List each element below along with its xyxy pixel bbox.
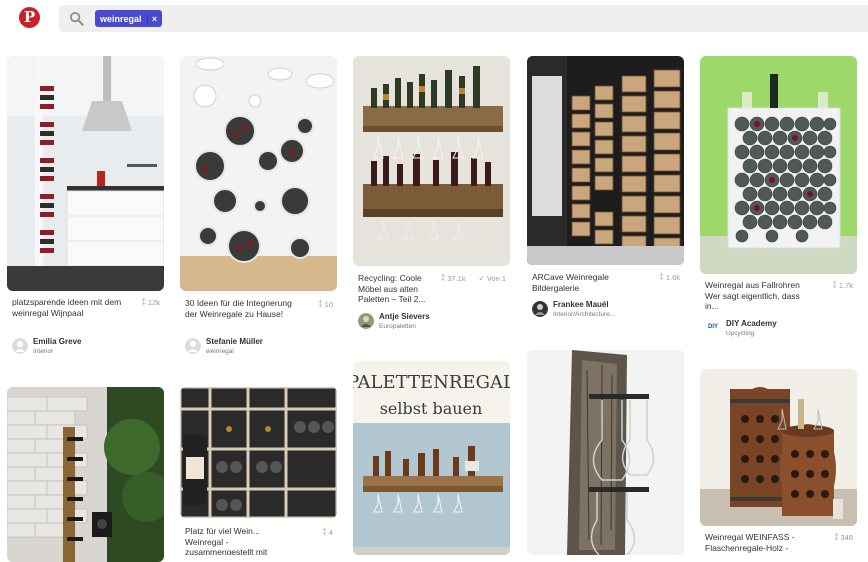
pin-image[interactable]: PALETTENREGAL selbst bauen <box>353 361 510 555</box>
pin-card[interactable]: platzsparende ideen mit dem weinregal Wi… <box>7 56 164 356</box>
pin-title[interactable]: Recycling: Coole Möbel aus alten Palette… <box>358 273 438 305</box>
pin-card[interactable]: Weinregal aus Fallrohren Wer sagt eigent… <box>700 56 857 346</box>
pin-user-name[interactable]: DIY Academy <box>726 319 777 328</box>
pin-card[interactable] <box>7 387 164 562</box>
pin-repin-source: ✓ Von 1 <box>478 274 506 283</box>
pin-save-count: ⁑ 12k <box>141 298 160 307</box>
pin-image[interactable] <box>7 387 164 562</box>
search-bar[interactable]: weinregal × <box>59 5 868 32</box>
pin-title[interactable]: ARCave Weinregale Bildergalerie <box>532 272 632 293</box>
pin-board-name[interactable]: Europaletten <box>379 323 416 330</box>
pin-image[interactable] <box>527 56 684 265</box>
pin-user-name[interactable]: Frankee Mauél <box>553 300 609 309</box>
pin-board-name[interactable]: Upcycling <box>726 330 754 337</box>
pin-save-count: ⁑ 37.1k <box>441 274 466 283</box>
pin-title[interactable]: Weinregal aus Fallrohren Wer sagt eigent… <box>705 280 800 312</box>
pin-user-name[interactable]: Emilia Greve <box>33 337 81 346</box>
pin-user-name[interactable]: Antje Sievers <box>379 312 430 321</box>
chip-remove-button[interactable]: × <box>146 13 162 24</box>
pinterest-logo-icon[interactable]: P <box>19 7 40 28</box>
pin-card[interactable]: Weinregal WEINFASS - Flaschenregale-Holz… <box>700 369 857 555</box>
pin-board-name[interactable]: weinregal <box>206 348 234 355</box>
top-bar: P weinregal × <box>0 0 868 38</box>
pin-save-count: ⁑ 10 <box>318 300 333 309</box>
pin-card[interactable]: Platz für viel Wein... Weinregal - zusam… <box>180 387 337 555</box>
image-subline: selbst bauen <box>380 399 483 418</box>
pin-card[interactable]: PALETTENREGAL selbst bauen <box>353 361 510 555</box>
pin-save-count: ⁑ 1.7k <box>832 281 853 290</box>
pin-image[interactable] <box>353 56 510 266</box>
pin-title[interactable]: 30 Ideen für die Integrierung der Weinre… <box>185 298 295 319</box>
avatar[interactable] <box>12 338 28 354</box>
pin-board-name[interactable]: Interior/Architecture... <box>553 311 615 318</box>
pin-image[interactable] <box>180 56 337 291</box>
image-headline: PALETTENREGAL <box>353 372 510 393</box>
pin-board-name[interactable]: Interior <box>33 348 53 355</box>
pin-image[interactable] <box>7 56 164 291</box>
search-chip-label: weinregal <box>100 13 142 24</box>
pin-card[interactable] <box>527 350 684 555</box>
pin-image[interactable] <box>180 387 337 518</box>
pin-card[interactable]: Recycling: Coole Möbel aus alten Palette… <box>353 56 510 341</box>
pin-image[interactable] <box>700 56 857 274</box>
pin-card[interactable]: ARCave Weinregale Bildergalerie ⁑ 1.6k F… <box>527 56 684 326</box>
check-icon: ✓ <box>478 274 487 283</box>
pin-save-count: ⁑ 348 <box>834 533 853 542</box>
pin-title[interactable]: Weinregal WEINFASS - Flaschenregale-Holz… <box>705 532 805 553</box>
search-icon <box>69 11 84 26</box>
search-chip[interactable]: weinregal × <box>95 10 162 27</box>
avatar[interactable]: DIY <box>705 319 721 335</box>
pin-save-count: ⁑ 4 <box>322 528 333 537</box>
avatar[interactable] <box>185 338 201 354</box>
pin-title[interactable]: Platz für viel Wein... Weinregal - zusam… <box>185 526 275 555</box>
avatar[interactable] <box>532 301 548 317</box>
pin-card[interactable]: 30 Ideen für die Integrierung der Weinre… <box>180 56 337 361</box>
pin-image[interactable] <box>527 350 684 555</box>
pin-title[interactable]: platzsparende ideen mit dem weinregal Wi… <box>12 297 127 318</box>
pin-image[interactable] <box>700 369 857 526</box>
pin-user-name[interactable]: Stefanie Müller <box>206 337 263 346</box>
avatar[interactable] <box>358 313 374 329</box>
pin-save-count: ⁑ 1.6k <box>659 273 680 282</box>
